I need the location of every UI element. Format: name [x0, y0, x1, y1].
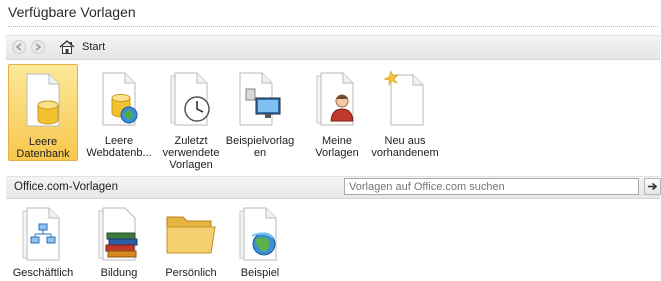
page-title: Verfügbare Vorlagen	[8, 4, 136, 20]
office-section-title: Office.com-Vorlagen	[14, 181, 118, 193]
template-sample-templates[interactable]: Beispielvorlag en	[225, 64, 295, 161]
template-recent-templates[interactable]: Zuletzt verwendete Vorlagen	[156, 64, 226, 174]
category-label: Bildung	[100, 267, 138, 279]
search-go-button[interactable]	[644, 178, 661, 195]
new-from-existing-icon	[383, 70, 424, 126]
template-label: Neu aus vorhandenem	[371, 135, 439, 159]
breadcrumb-start[interactable]: Start	[82, 41, 105, 53]
template-label: Meine Vorlagen	[315, 135, 359, 159]
template-my-templates[interactable]: Meine Vorlagen	[302, 64, 372, 161]
business-icon	[22, 207, 60, 261]
office-template-search-input[interactable]	[344, 178, 639, 195]
category-personal[interactable]: Persönlich	[156, 203, 226, 281]
home-icon[interactable]	[59, 39, 75, 55]
category-sample[interactable]: Beispiel	[225, 203, 295, 281]
blank-database-icon	[26, 73, 60, 127]
category-label: Persönlich	[165, 267, 217, 279]
sample-globe-icon	[239, 207, 277, 261]
template-new-from-existing[interactable]: Neu aus vorhandenem	[370, 64, 440, 161]
category-education[interactable]: Bildung	[84, 203, 154, 281]
template-label: Beispielvorlag en	[225, 135, 295, 159]
template-label: Zuletzt verwendete Vorlagen	[162, 135, 220, 171]
forward-arrow-icon	[35, 43, 42, 51]
recent-templates-icon	[170, 72, 210, 126]
blank-web-database-icon	[102, 72, 138, 126]
sample-templates-icon	[239, 72, 281, 126]
category-business[interactable]: Geschäftlich	[8, 203, 78, 281]
navigation-bar: Start	[6, 35, 660, 60]
personal-folder-icon	[166, 216, 216, 254]
template-blank-web-database[interactable]: Leere Webdatenb...	[84, 64, 154, 161]
forward-button[interactable]	[31, 40, 45, 54]
title-divider	[8, 26, 658, 27]
arrow-right-icon	[648, 182, 658, 191]
category-label: Beispiel	[240, 267, 280, 279]
template-label: Leere Datenbank	[16, 136, 70, 160]
education-books-icon	[98, 207, 138, 261]
my-templates-icon	[316, 72, 354, 126]
category-label: Geschäftlich	[12, 267, 74, 279]
template-blank-database[interactable]: Leere Datenbank	[8, 64, 78, 161]
template-label: Leere Webdatenb...	[86, 135, 152, 159]
back-button[interactable]	[12, 40, 26, 54]
back-arrow-icon	[15, 43, 22, 51]
